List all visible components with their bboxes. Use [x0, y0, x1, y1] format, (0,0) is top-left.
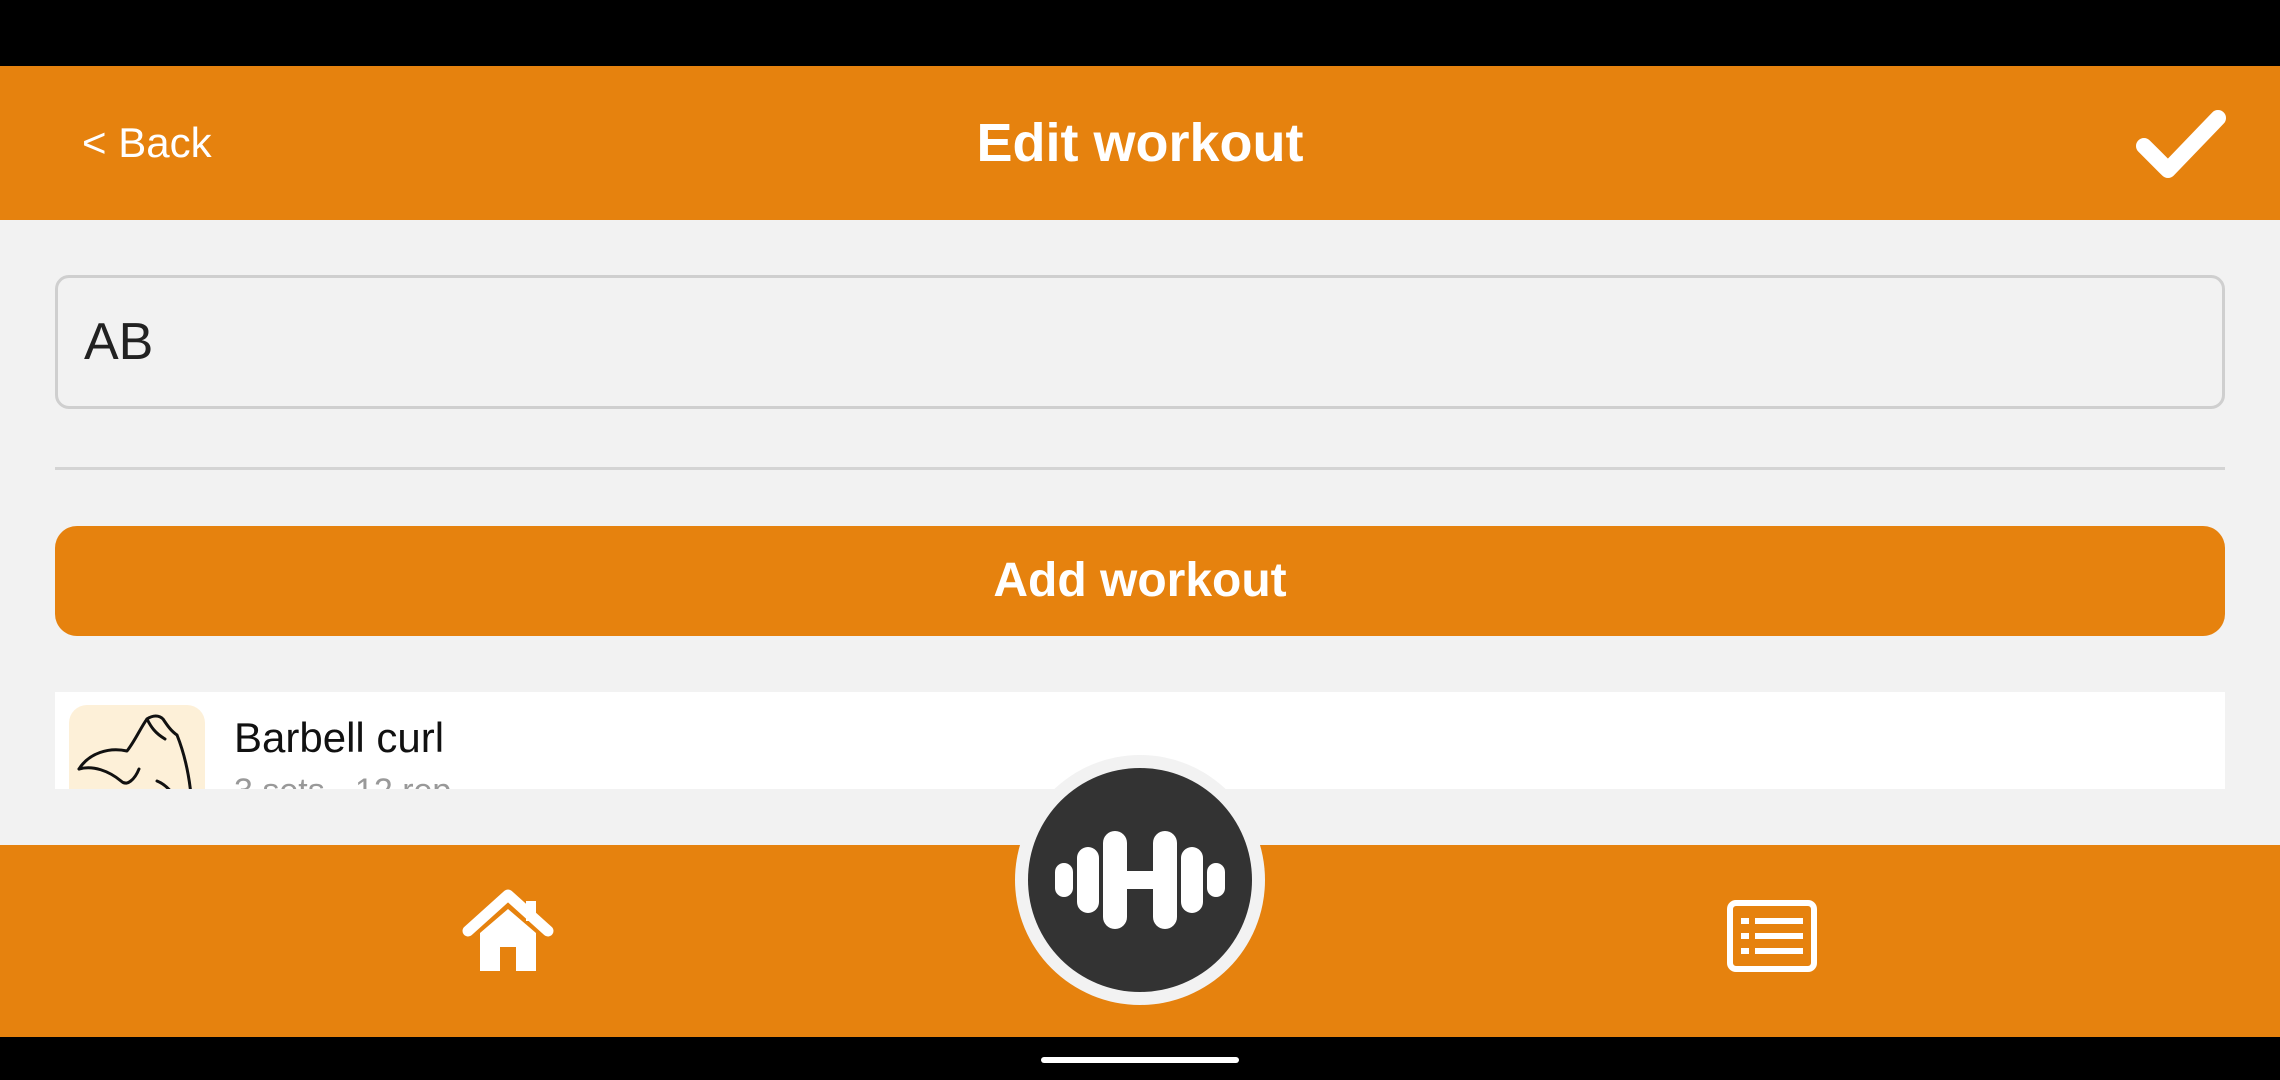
exercise-details: 3 sets - 12 rep: [234, 772, 451, 789]
home-gesture-bar[interactable]: [1041, 1057, 1239, 1063]
add-workout-button[interactable]: Add workout: [55, 526, 2225, 636]
dumbbell-icon: [1055, 831, 1225, 929]
home-icon: [462, 889, 554, 971]
divider: [55, 467, 2225, 470]
exercise-thumbnail: [69, 705, 205, 789]
exercise-name: Barbell curl: [234, 714, 445, 761]
edit-workout-content: Add workout Barbell curl 3 sets - 12 rep: [0, 220, 2280, 845]
checkmark-icon: [2136, 110, 2226, 178]
app-header: < Back Edit workout: [0, 66, 2280, 220]
status-bar: [0, 0, 2280, 66]
nav-home-button[interactable]: [462, 887, 554, 977]
page-title: Edit workout: [976, 113, 1304, 173]
confirm-button[interactable]: [2136, 106, 2226, 182]
list-icon: [1727, 900, 1817, 972]
workout-name-input[interactable]: [55, 275, 2225, 409]
biceps-arm-icon: [77, 714, 192, 789]
system-gesture-area: [0, 1037, 2280, 1080]
nav-list-button[interactable]: [1727, 900, 1817, 972]
workout-fab-button[interactable]: [1028, 768, 1252, 992]
back-button[interactable]: < Back: [82, 66, 212, 220]
